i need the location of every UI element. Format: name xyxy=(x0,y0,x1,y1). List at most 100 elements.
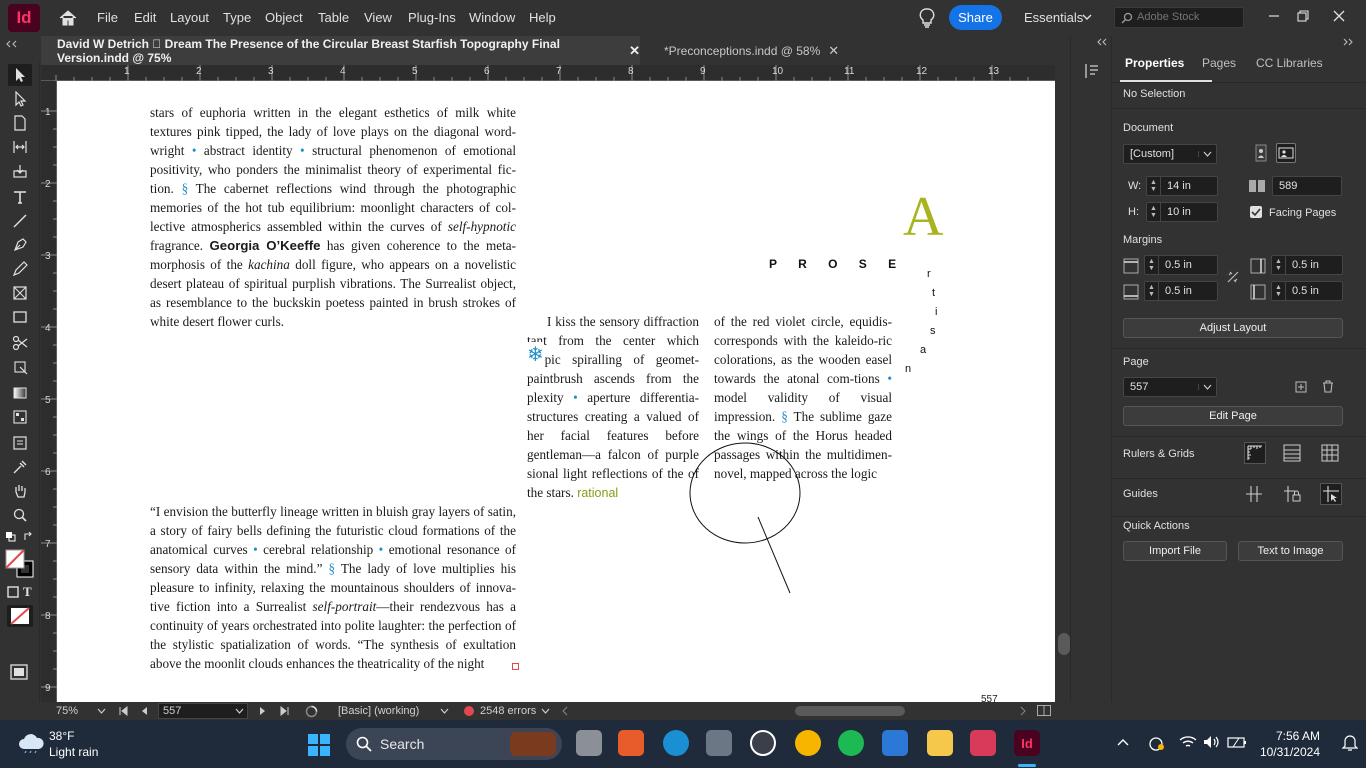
weather-app-icon[interactable] xyxy=(795,730,821,756)
windows-start-icon[interactable] xyxy=(307,733,331,757)
horizontal-ruler[interactable]: 1 2 3 4 5 6 7 8 9 10 11 12 13 xyxy=(41,65,1055,81)
close-window-button[interactable] xyxy=(1324,4,1354,28)
screen-mode-icon[interactable] xyxy=(9,662,29,682)
link-margins-icon[interactable] xyxy=(1226,270,1240,284)
preflight-spinner-icon[interactable] xyxy=(305,705,318,718)
margin-inside-field[interactable]: ▲ ▼ 0.5 in xyxy=(1271,255,1343,275)
menu-layout[interactable]: Layout xyxy=(170,10,209,25)
document-preset-select[interactable]: [Custom] xyxy=(1123,144,1217,164)
portrait-orientation-icon[interactable] xyxy=(1252,144,1270,162)
scroll-right-icon[interactable] xyxy=(1020,706,1026,716)
pages-count-field[interactable]: 589 xyxy=(1272,176,1342,196)
chevron-up-icon[interactable] xyxy=(1117,738,1129,746)
restore-button[interactable] xyxy=(1288,4,1318,28)
vertical-scrollbar[interactable] xyxy=(1055,65,1070,702)
share-button[interactable]: Share xyxy=(949,5,1002,30)
drop-letter-a[interactable]: A xyxy=(903,185,943,249)
network-status-icon[interactable] xyxy=(1147,735,1165,751)
lightbulb-icon[interactable] xyxy=(918,7,936,29)
menu-window[interactable]: Window xyxy=(469,10,515,25)
chevron-down-icon[interactable] xyxy=(1082,12,1092,22)
prose-heading[interactable]: P R O S E xyxy=(769,257,905,271)
selection-tool-icon[interactable] xyxy=(8,64,32,86)
close-tab-icon[interactable]: ✕ xyxy=(828,43,839,59)
margin-inside-stepper[interactable]: ▲ ▼ xyxy=(1272,256,1286,274)
import-file-button[interactable]: Import File xyxy=(1123,541,1227,561)
menu-type[interactable]: Type xyxy=(223,10,251,25)
scroll-left-icon[interactable] xyxy=(562,706,568,716)
margin-top-stepper[interactable]: ▲ ▼ xyxy=(1145,256,1159,274)
menu-help[interactable]: Help xyxy=(529,10,556,25)
page-tool-icon[interactable] xyxy=(8,112,32,134)
free-transform-tool-icon[interactable] xyxy=(8,356,32,378)
notification-bell-icon[interactable] xyxy=(1342,734,1358,752)
circle-line-graphic[interactable] xyxy=(682,436,812,596)
store-icon[interactable] xyxy=(882,730,908,756)
home-icon[interactable] xyxy=(58,8,78,28)
fill-stroke-swatch-icon[interactable] xyxy=(5,549,35,579)
split-window-icon[interactable] xyxy=(1037,705,1051,716)
taskbar-search-box[interactable]: Search xyxy=(346,728,562,760)
tab-properties[interactable]: Properties xyxy=(1125,56,1184,70)
rectangle-tool-icon[interactable] xyxy=(8,306,32,328)
width-field[interactable]: ▲ ▼ 14 in xyxy=(1146,176,1218,196)
tab-preconceptions[interactable]: *Preconceptions.indd @ 58% ✕ xyxy=(648,36,848,65)
stock-search-box[interactable] xyxy=(1114,7,1244,28)
battery-icon[interactable] xyxy=(1227,735,1247,749)
creative-cloud-icon[interactable] xyxy=(970,730,996,756)
show-guides-icon[interactable] xyxy=(1245,485,1263,503)
close-tab-icon[interactable]: ✕ xyxy=(629,43,640,59)
adjust-layout-button[interactable]: Adjust Layout xyxy=(1123,318,1343,338)
height-field[interactable]: ▲ ▼ 10 in xyxy=(1146,202,1218,222)
menu-file[interactable]: File xyxy=(97,10,118,25)
chevron-down-icon[interactable] xyxy=(541,708,550,714)
ruler-toggle-icon[interactable] xyxy=(1244,442,1266,464)
content-panel-icon[interactable] xyxy=(1083,62,1101,80)
delete-page-icon[interactable] xyxy=(1322,380,1334,393)
copilot-icon[interactable] xyxy=(618,730,644,756)
add-page-icon[interactable] xyxy=(1295,381,1307,393)
gradient-feather-tool-icon[interactable] xyxy=(8,406,32,428)
line-tool-icon[interactable] xyxy=(8,210,32,232)
note-tool-icon[interactable] xyxy=(8,432,32,454)
margin-bottom-field[interactable]: ▲ ▼ 0.5 in xyxy=(1144,281,1218,301)
zoom-tool-icon[interactable] xyxy=(8,504,32,526)
wifi-icon[interactable] xyxy=(1179,735,1197,749)
text-frame-bottom-left[interactable]: “I envision the butterfly lineage writte… xyxy=(150,502,516,673)
zoom-level[interactable]: 75% xyxy=(56,705,78,717)
tab-active-document[interactable]: David W Detrich ￿ Dream The Presence of … xyxy=(41,36,640,65)
preflight-profile[interactable]: [Basic] (working) xyxy=(338,705,419,717)
next-page-icon[interactable] xyxy=(259,706,267,716)
menu-view[interactable]: View xyxy=(364,10,392,25)
menu-plugins[interactable]: Plug-Ins xyxy=(408,10,456,25)
direct-selection-tool-icon[interactable] xyxy=(8,88,32,110)
menu-object[interactable]: Object xyxy=(265,10,303,25)
clock-date[interactable]: 10/31/2024 xyxy=(1260,745,1320,759)
pencil-tool-icon[interactable] xyxy=(8,258,32,280)
edge-browser-icon[interactable] xyxy=(663,730,689,756)
text-frame-column-1[interactable]: I kiss the sensory diffraction tant from… xyxy=(527,312,699,503)
rectangle-frame-tool-icon[interactable] xyxy=(8,282,32,304)
error-count[interactable]: 2548 errors xyxy=(480,705,536,717)
page-number-field[interactable]: 557 xyxy=(158,703,248,719)
clock-time[interactable]: 7:56 AM xyxy=(1276,729,1320,743)
content-collector-icon[interactable] xyxy=(8,160,32,182)
last-page-icon[interactable] xyxy=(280,706,290,716)
formatting-text-icon[interactable]: T xyxy=(23,584,32,600)
horizontal-scroll-thumb[interactable] xyxy=(795,706,905,716)
task-view-icon[interactable] xyxy=(576,730,602,756)
collapse-toolbar-icon[interactable] xyxy=(4,40,18,48)
overset-text-marker[interactable] xyxy=(512,663,519,670)
height-stepper[interactable]: ▲ ▼ xyxy=(1147,203,1161,221)
landscape-orientation-icon[interactable] xyxy=(1276,143,1296,163)
margin-bottom-stepper[interactable]: ▲ ▼ xyxy=(1145,282,1159,300)
eyedropper-tool-icon[interactable] xyxy=(8,456,32,478)
default-colors-icon[interactable] xyxy=(6,532,16,542)
indesign-taskbar-icon[interactable]: Id xyxy=(1014,730,1040,756)
facing-pages-checkbox[interactable] xyxy=(1250,206,1262,218)
collapse-panel-icon[interactable] xyxy=(1342,38,1354,46)
margin-outside-field[interactable]: ▲ ▼ 0.5 in xyxy=(1271,281,1343,301)
hand-tool-icon[interactable] xyxy=(8,480,32,502)
menu-table[interactable]: Table xyxy=(318,10,349,25)
scroll-thumb[interactable] xyxy=(1058,633,1070,655)
